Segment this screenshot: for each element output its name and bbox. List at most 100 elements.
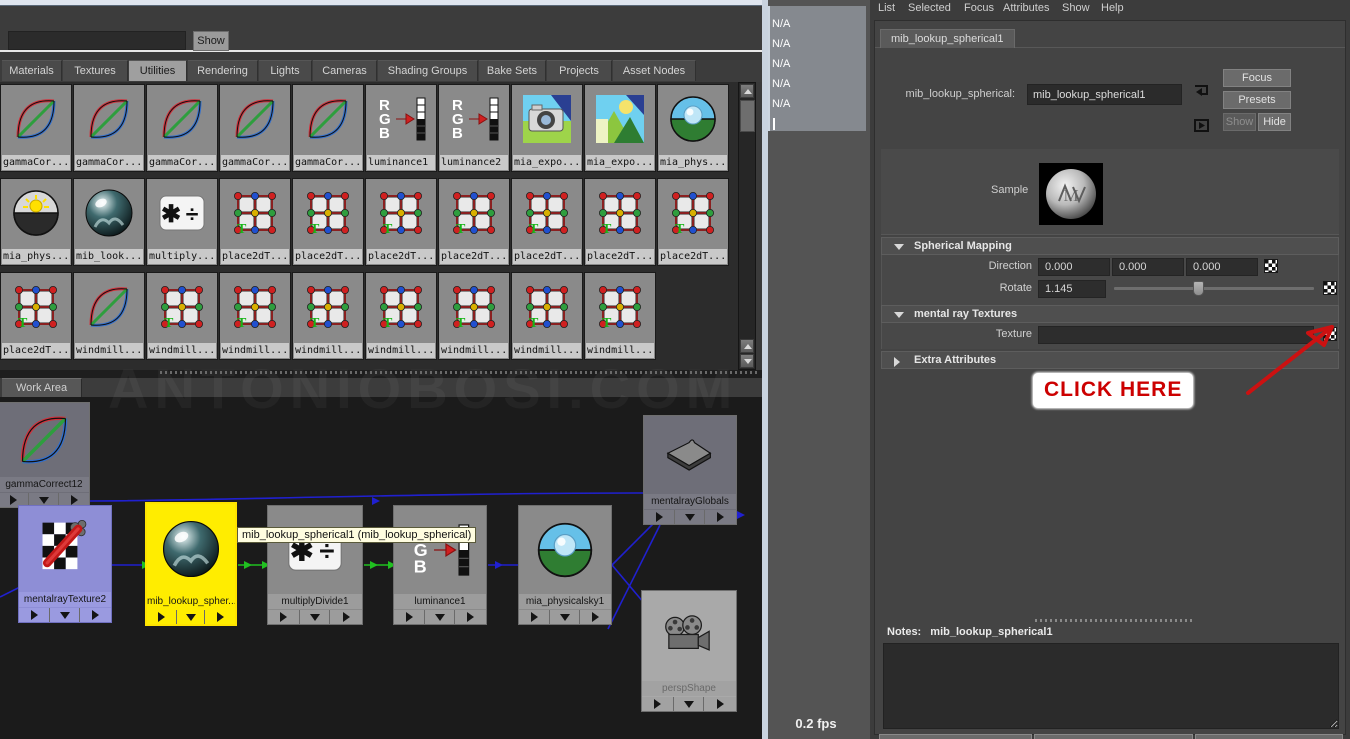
tab-bake-sets[interactable]: Bake Sets <box>479 60 546 81</box>
search-input[interactable] <box>8 31 186 50</box>
graph-node[interactable]: gammaCorrect12 <box>0 402 90 508</box>
tab-lights[interactable]: Lights <box>259 60 312 81</box>
output-connection-icon[interactable] <box>1193 118 1211 133</box>
browser-node-swatch[interactable]: Twindmill... <box>511 272 583 360</box>
browser-node-swatch[interactable]: Tplace2dT... <box>0 272 72 360</box>
node-input-arrow[interactable] <box>268 610 300 624</box>
input-connection-icon[interactable] <box>1193 83 1211 98</box>
sample-swatch[interactable]: M <box>1039 163 1103 225</box>
browser-node-swatch[interactable]: R G B luminance1 <box>365 84 437 172</box>
browser-node-swatch[interactable]: Twindmill... <box>438 272 510 360</box>
node-output-arrow[interactable] <box>455 610 486 624</box>
node-name-input[interactable] <box>1027 84 1182 105</box>
node-expand-arrow[interactable] <box>425 610 455 624</box>
direction-z-field[interactable] <box>1186 258 1258 276</box>
node-output-arrow[interactable] <box>80 608 111 622</box>
browser-node-swatch[interactable]: mia_expo... <box>584 84 656 172</box>
node-output-arrow[interactable] <box>205 610 235 624</box>
graph-node-body[interactable]: mentalrayTexture2 <box>18 505 112 623</box>
node-expand-arrow[interactable] <box>550 610 580 624</box>
hide-button-ae[interactable]: Hide <box>1258 113 1291 131</box>
rotate-field[interactable] <box>1038 280 1106 298</box>
menu-list[interactable]: List <box>878 0 895 17</box>
graph-node[interactable]: mib_lookup_spher... <box>145 502 237 626</box>
browser-node-swatch[interactable]: Tplace2dT... <box>584 178 656 266</box>
direction-x-field[interactable] <box>1038 258 1110 276</box>
browser-node-swatch[interactable]: ✱ ÷ multiply... <box>146 178 218 266</box>
graph-node-body[interactable]: mia_physicalsky1 <box>518 505 612 625</box>
panel-resize-handle[interactable] <box>160 371 760 374</box>
scroll-page-up-arrow[interactable] <box>740 339 754 353</box>
menu-show[interactable]: Show <box>1062 0 1090 17</box>
node-expand-arrow[interactable] <box>50 608 80 622</box>
browser-node-swatch[interactable]: Tplace2dT... <box>292 178 364 266</box>
node-expand-arrow[interactable] <box>300 610 330 624</box>
rotate-slider-track[interactable] <box>1114 287 1314 290</box>
menu-attributes[interactable]: Attributes <box>1003 0 1049 17</box>
browser-node-swatch[interactable]: mia_expo... <box>511 84 583 172</box>
graph-node-footer[interactable] <box>519 610 611 624</box>
graph-node-footer[interactable] <box>19 608 111 622</box>
graph-node[interactable]: mentalrayGlobals <box>643 415 737 525</box>
tab-materials[interactable]: Materials <box>2 60 62 81</box>
node-input-arrow[interactable] <box>519 610 550 624</box>
tab-utilities[interactable]: Utilities <box>129 60 187 81</box>
browser-node-swatch[interactable]: gammaCor... <box>292 84 364 172</box>
tab-asset-nodes[interactable]: Asset Nodes <box>613 60 696 81</box>
node-input-arrow[interactable] <box>394 610 425 624</box>
browser-node-swatch[interactable]: Tplace2dT... <box>219 178 291 266</box>
node-browser-grid[interactable]: gammaCor... gammaCor... gammaCor... gamm… <box>0 82 738 370</box>
direction-y-field[interactable] <box>1112 258 1184 276</box>
direction-map-button[interactable] <box>1264 259 1278 273</box>
work-area-canvas[interactable]: gammaCorrect12 mentalrayTexture2 mib_loo… <box>0 397 762 739</box>
scroll-down-arrow[interactable] <box>740 354 754 368</box>
node-input-arrow[interactable] <box>644 510 675 524</box>
scroll-up-arrow[interactable] <box>740 84 754 98</box>
rotate-map-button[interactable] <box>1323 281 1337 295</box>
graph-node-footer[interactable] <box>394 610 486 624</box>
presets-button[interactable]: Presets <box>1223 91 1291 109</box>
browser-node-swatch[interactable]: Twindmill... <box>584 272 656 360</box>
graph-node[interactable]: mentalrayTexture2 <box>18 505 112 623</box>
browser-vertical-scrollbar[interactable] <box>738 82 756 370</box>
browser-node-swatch[interactable]: Tplace2dT... <box>657 178 729 266</box>
node-expand-arrow[interactable] <box>675 510 705 524</box>
browser-node-swatch[interactable]: Tplace2dT... <box>511 178 583 266</box>
node-input-arrow[interactable] <box>642 697 674 711</box>
tab-projects[interactable]: Projects <box>547 60 612 81</box>
select-button[interactable]: Select <box>879 734 1032 739</box>
tab-shading-groups[interactable]: Shading Groups <box>378 60 478 81</box>
tab-mib-lookup-spherical1[interactable]: mib_lookup_spherical1 <box>880 29 1015 48</box>
browser-node-swatch[interactable]: Twindmill... <box>146 272 218 360</box>
browser-node-swatch[interactable]: mia_phys... <box>657 84 729 172</box>
node-expand-arrow[interactable] <box>177 610 205 624</box>
copy-tab-button[interactable]: Copy Tab <box>1195 734 1343 739</box>
graph-node-footer[interactable] <box>642 697 736 711</box>
menu-focus[interactable]: Focus <box>964 0 994 17</box>
graph-node-body[interactable]: mentalrayGlobals <box>643 415 737 525</box>
tab-work-area[interactable]: Work Area <box>2 378 83 397</box>
graph-node-footer[interactable] <box>147 610 235 624</box>
browser-node-swatch[interactable]: gammaCor... <box>146 84 218 172</box>
node-output-arrow[interactable] <box>580 610 611 624</box>
browser-node-swatch[interactable]: mia_phys... <box>0 178 72 266</box>
show-button[interactable]: Show <box>193 31 229 51</box>
focus-button[interactable]: Focus <box>1223 69 1291 87</box>
graph-node-body[interactable]: mib_lookup_spher... <box>145 502 237 626</box>
node-input-arrow[interactable] <box>147 610 177 624</box>
graph-node-body[interactable]: perspShape <box>641 590 737 712</box>
tab-textures[interactable]: Textures <box>63 60 128 81</box>
graph-node-body[interactable]: ✱ ÷ multiplyDivide1 <box>267 505 363 625</box>
show-button-ae[interactable]: Show <box>1223 113 1256 131</box>
browser-node-swatch[interactable]: Tplace2dT... <box>438 178 510 266</box>
notes-resize-handle[interactable] <box>1035 619 1195 622</box>
menu-help[interactable]: Help <box>1101 0 1124 17</box>
browser-node-swatch[interactable]: Twindmill... <box>292 272 364 360</box>
graph-node[interactable]: R G B luminance1 <box>393 505 487 625</box>
node-output-arrow[interactable] <box>704 697 736 711</box>
graph-node-footer[interactable] <box>268 610 362 624</box>
menu-selected[interactable]: Selected <box>908 0 951 17</box>
notes-textarea[interactable] <box>883 643 1339 729</box>
load-attributes-button[interactable]: Load Attributes <box>1034 734 1193 739</box>
browser-node-swatch[interactable]: Tplace2dT... <box>365 178 437 266</box>
